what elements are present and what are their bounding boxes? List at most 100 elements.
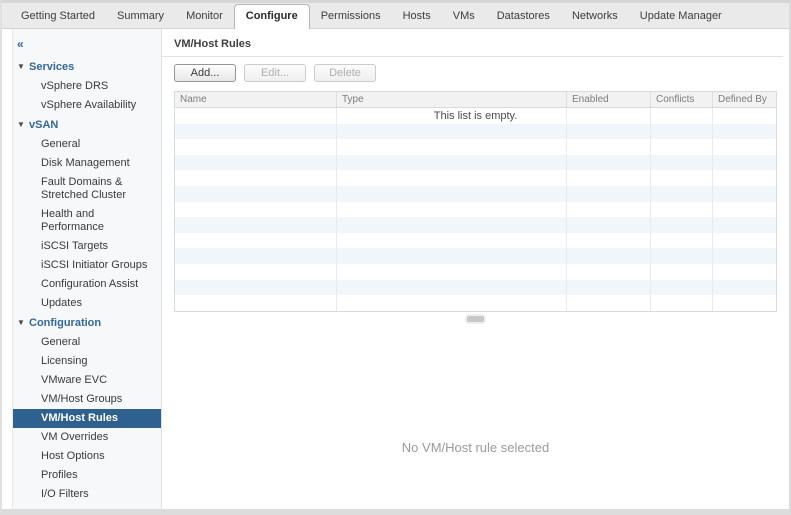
table-cell <box>337 248 567 264</box>
column-header-conflicts[interactable]: Conflicts <box>651 92 713 107</box>
column-header-enabled[interactable]: Enabled <box>567 92 651 107</box>
sidebar-nav: « ▼ Services vSphere DRS vSphere Availabili… <box>12 29 162 509</box>
table-cell <box>337 201 567 218</box>
table-body: This list is empty. <box>175 108 776 311</box>
sidebar-item-fault-domains-stretched-cluster[interactable]: Fault Domains & Stretched Cluster <box>13 173 161 205</box>
sidebar-item-vmware-evc[interactable]: VMware EVC <box>13 371 161 390</box>
table-cell <box>651 154 713 171</box>
table-cell <box>651 123 713 140</box>
table-cell <box>567 295 651 311</box>
sidebar-item-vsphere-availability[interactable]: vSphere Availability <box>13 96 161 115</box>
splitter-row <box>174 312 777 322</box>
table-row <box>175 185 776 202</box>
table-cell <box>713 124 776 140</box>
sidebar-item-iscsi-targets[interactable]: iSCSI Targets <box>13 237 161 256</box>
sidebar-section-configuration[interactable]: ▼ Configuration <box>13 313 161 333</box>
sidebar-item-i-o-filters[interactable]: I/O Filters <box>13 485 161 504</box>
table-header: Name Type Enabled Conflicts Defined By <box>175 92 776 108</box>
toolbar: Add... Edit... Delete <box>174 64 789 82</box>
splitter-grip-handle[interactable] <box>467 316 484 322</box>
chevron-down-icon: ▼ <box>17 62 25 71</box>
table-cell <box>175 123 337 140</box>
tab-networks[interactable]: Networks <box>561 5 629 28</box>
rules-table: Name Type Enabled Conflicts Defined By This … <box>174 91 777 312</box>
sidebar: « ▼ Services vSphere DRS vSphere Availabili… <box>2 29 162 509</box>
sidebar-item-disk-management[interactable]: Disk Management <box>13 154 161 173</box>
tab-update-manager[interactable]: Update Manager <box>629 5 733 28</box>
table-cell <box>713 170 776 186</box>
table-cell <box>567 217 651 233</box>
sidebar-item-health-and-performance[interactable]: Health and Performance <box>13 205 161 237</box>
sidebar-section-services[interactable]: ▼ Services <box>13 57 161 77</box>
sidebar-section-label: vSAN <box>29 119 59 131</box>
page-title: VM/Host Rules <box>162 29 783 57</box>
tab-datastores[interactable]: Datastores <box>486 5 561 28</box>
sidebar-item-vm-host-groups[interactable]: VM/Host Groups <box>13 390 161 409</box>
sidebar-item-host-options[interactable]: Host Options <box>13 447 161 466</box>
collapse-sidebar-icon[interactable]: « <box>13 35 161 57</box>
table-cell <box>567 170 651 186</box>
table-cell <box>713 217 776 233</box>
table-cell <box>651 232 713 249</box>
table-cell <box>175 232 337 249</box>
sidebar-section-label: Configuration <box>29 317 102 329</box>
column-header-type[interactable]: Type <box>337 92 567 107</box>
detail-placeholder-text: No VM/Host rule selected <box>401 440 550 455</box>
tab-configure[interactable]: Configure <box>233 4 310 29</box>
table-cell <box>651 248 713 264</box>
table-cell <box>651 217 713 233</box>
table-cell <box>651 279 713 296</box>
table-cell <box>567 201 651 218</box>
table-cell <box>713 155 776 171</box>
table-cell <box>567 123 651 140</box>
table-cell <box>713 280 776 296</box>
table-cell <box>337 170 567 186</box>
table-cell <box>337 295 567 311</box>
table-cell <box>651 295 713 311</box>
sidebar-item-vsphere-drs[interactable]: vSphere DRS <box>13 77 161 96</box>
table-cell <box>175 248 337 264</box>
chevron-down-icon: ▼ <box>17 120 25 129</box>
table-cell <box>337 217 567 233</box>
table-cell <box>337 263 567 280</box>
tab-summary[interactable]: Summary <box>106 5 175 28</box>
table-cell <box>713 233 776 249</box>
sidebar-item-iscsi-initiator-groups[interactable]: iSCSI Initiator Groups <box>13 256 161 275</box>
table-cell <box>175 217 337 233</box>
tab-monitor[interactable]: Monitor <box>175 5 234 28</box>
table-cell <box>651 139 713 155</box>
sidebar-item-general[interactable]: General <box>13 135 161 154</box>
sidebar-item-general[interactable]: General <box>13 333 161 352</box>
table-row <box>175 263 776 280</box>
table-cell <box>567 185 651 202</box>
table-cell <box>713 295 776 311</box>
table-cell <box>713 202 776 218</box>
column-header-name[interactable]: Name <box>175 92 337 107</box>
table-cell <box>175 170 337 186</box>
sidebar-item-vm-host-rules[interactable]: VM/Host Rules <box>13 409 161 428</box>
table-cell <box>713 186 776 202</box>
sidebar-item-profiles[interactable]: Profiles <box>13 466 161 485</box>
sidebar-item-updates[interactable]: Updates <box>13 294 161 313</box>
table-row <box>175 217 776 233</box>
column-header-defined-by[interactable]: Defined By <box>713 92 776 107</box>
table-cell <box>175 279 337 296</box>
table-cell <box>175 201 337 218</box>
sidebar-item-configuration-assist[interactable]: Configuration Assist <box>13 275 161 294</box>
tab-getting-started[interactable]: Getting Started <box>10 5 106 28</box>
add-button[interactable]: Add... <box>174 64 236 82</box>
app-body: « ▼ Services vSphere DRS vSphere Availabili… <box>2 29 789 509</box>
table-cell <box>337 279 567 296</box>
tab-permissions[interactable]: Permissions <box>310 5 392 28</box>
sidebar-section-vsan[interactable]: ▼ vSAN <box>13 115 161 135</box>
sidebar-item-vm-overrides[interactable]: VM Overrides <box>13 428 161 447</box>
sidebar-item-licensing[interactable]: Licensing <box>13 352 161 371</box>
table-cell <box>651 263 713 280</box>
table-cell <box>567 248 651 264</box>
edit-button: Edit... <box>244 64 306 82</box>
table-cell <box>651 201 713 218</box>
tab-vms[interactable]: VMs <box>442 5 486 28</box>
table-cell <box>651 170 713 186</box>
table-cell <box>567 279 651 296</box>
tab-hosts[interactable]: Hosts <box>392 5 442 28</box>
